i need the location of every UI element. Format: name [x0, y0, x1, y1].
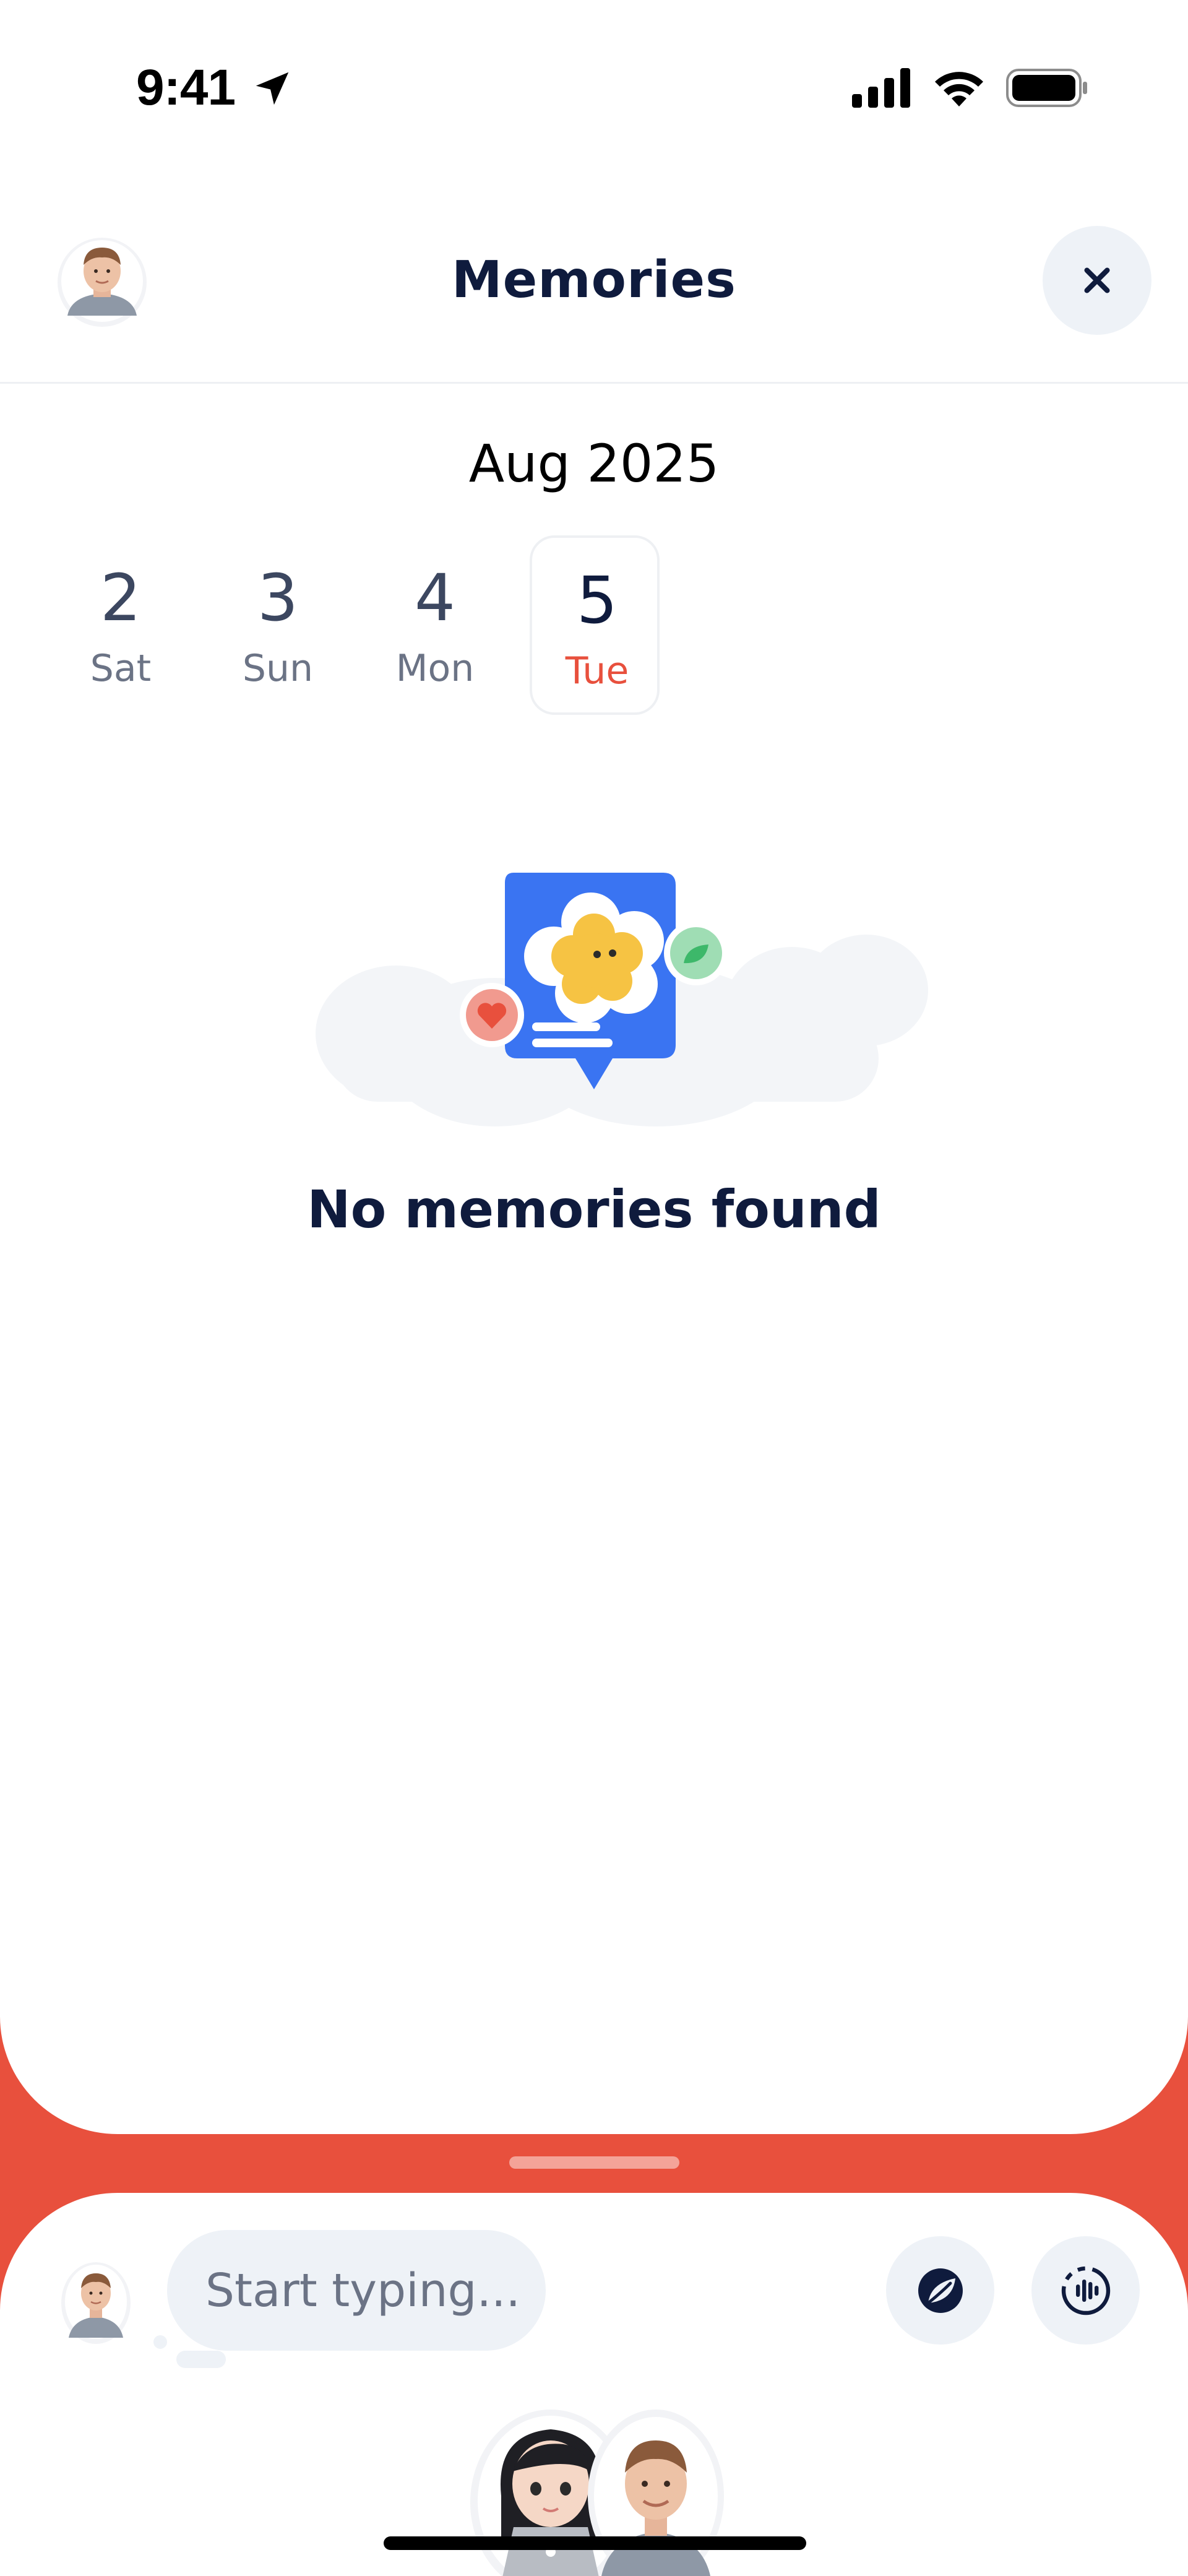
home-indicator[interactable]: [384, 2536, 806, 2550]
input-bubble-tail: [153, 2335, 167, 2349]
memories-sheet: 9:41 Memories Aug 2025 2 Sat 3 Sun 4 Mon…: [0, 0, 1188, 2134]
day-item-mon[interactable]: 4 Mon: [370, 535, 500, 715]
day-number: 2: [100, 560, 142, 636]
day-item-sat[interactable]: 2 Sat: [56, 535, 186, 715]
page-title: Memories: [452, 251, 736, 309]
day-strip: 2 Sat 3 Sun 4 Mon 5 Tue: [56, 535, 674, 715]
location-arrow-icon: [256, 72, 289, 105]
day-number: 3: [257, 560, 299, 636]
battery-icon: [1006, 69, 1087, 107]
status-time: 9:41: [136, 59, 236, 116]
voice-button[interactable]: [1031, 2236, 1140, 2345]
day-item-sun[interactable]: 3 Sun: [213, 535, 343, 715]
composer-sheet: Start typing...: [0, 2193, 1188, 2576]
day-name: Mon: [395, 647, 475, 690]
input-bubble-tail: [176, 2351, 226, 2368]
journal-button[interactable]: [886, 2236, 994, 2345]
day-item-tue-selected[interactable]: 5 Tue: [530, 535, 660, 715]
message-input-placeholder: Start typing...: [205, 2263, 521, 2317]
day-number: 4: [414, 560, 456, 636]
wifi-icon: [935, 72, 983, 106]
cellular-signal-icon: [852, 68, 910, 108]
header: Memories: [0, 210, 1188, 384]
day-name: Sun: [242, 647, 314, 690]
day-name: Tue: [565, 649, 629, 693]
empty-state-title: No memories found: [307, 1179, 881, 1240]
drag-handle[interactable]: [509, 2156, 679, 2169]
empty-memories-illustration: [316, 873, 928, 1126]
voice-wave-icon: [1061, 2266, 1110, 2315]
close-button[interactable]: [1043, 226, 1151, 335]
message-input[interactable]: Start typing...: [167, 2230, 546, 2351]
day-number: 5: [576, 563, 618, 638]
status-bar: 9:41: [0, 0, 1188, 142]
leaf-icon: [918, 2268, 963, 2313]
composer-avatar[interactable]: [59, 2255, 133, 2348]
close-icon: [1084, 267, 1110, 293]
day-name: Sat: [90, 647, 152, 690]
month-label: Aug 2025: [468, 433, 720, 494]
